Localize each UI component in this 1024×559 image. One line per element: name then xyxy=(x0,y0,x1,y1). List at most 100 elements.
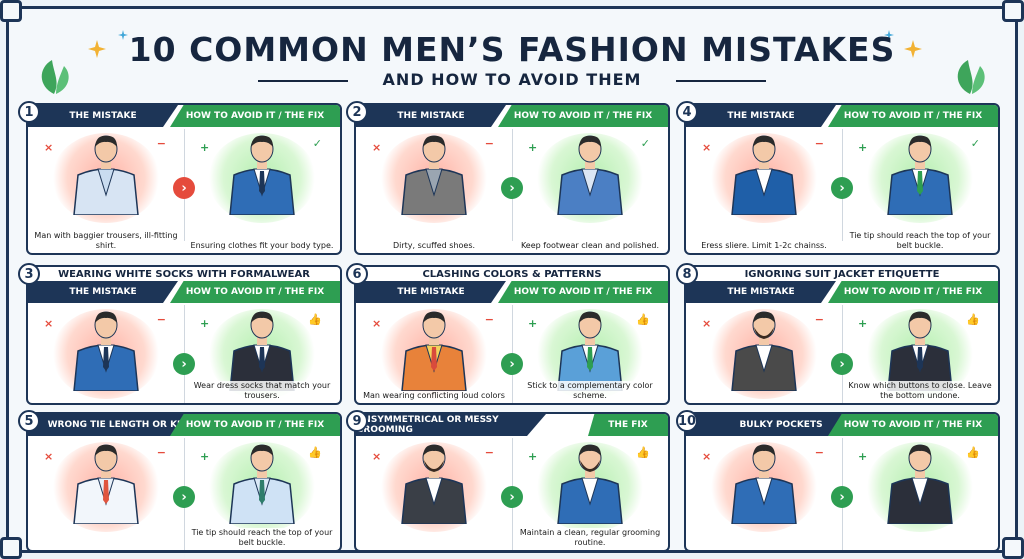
plus-icon: + xyxy=(200,317,210,330)
mistake-side: × − xyxy=(32,436,180,550)
mistake-caption: Eress sliere. Limit 1-2c chainss. xyxy=(690,241,838,251)
minus-icon: − xyxy=(484,313,494,326)
x-icon: × xyxy=(44,141,54,154)
x-icon: × xyxy=(44,317,54,330)
mistake-side: × − Man wearing conflicting loud colors xyxy=(360,303,508,403)
tip-panel: UNSYMMETRICAL OR MESSY GROOMING THE FIX × −… xyxy=(354,412,670,552)
tip-number-badge: 6 xyxy=(346,263,368,285)
thumbs-up-icon: 👍 xyxy=(966,313,980,326)
tip-panel: WEARING WHITE SOCKS WITH FORMALWEAR THE M… xyxy=(26,265,342,405)
tip-panel: THE MISTAKE HOW TO AVOID IT / THE FIX × − Ma… xyxy=(26,103,342,255)
man-figure-illustration xyxy=(887,135,953,215)
tip-topic: IGNORING SUIT JACKET ETIQUETTE xyxy=(686,267,998,283)
mistake-header: UNSYMMETRICAL OR MESSY GROOMING xyxy=(356,414,546,436)
mistake-side: × − Dirty, scuffed shoes. xyxy=(360,127,508,253)
x-icon: × xyxy=(372,450,382,463)
fix-side: + 👍 Tie tip should reach the top of your b… xyxy=(188,436,336,550)
arrow-right-icon: › xyxy=(831,177,853,199)
fix-caption: Stick to a complementary color scheme. xyxy=(516,381,664,401)
fix-header: THE FIX xyxy=(588,414,668,436)
fix-caption: Ensuring clothes fit your body type. xyxy=(188,241,336,251)
fix-header: HOW TO AVOID IT / THE FIX xyxy=(498,105,668,127)
mistake-side: × − xyxy=(690,436,838,550)
man-figure-illustration xyxy=(229,135,295,215)
plus-icon: + xyxy=(528,141,538,154)
fix-side: + ✓ Tie tip should reach the top of your b… xyxy=(846,127,994,253)
arrow-right-icon: › xyxy=(173,353,195,375)
arrow-right-icon: › xyxy=(831,486,853,508)
fix-caption: Keep footwear clean and polished. xyxy=(516,241,664,251)
tip-number-badge: 10 xyxy=(676,410,698,432)
tip-topic: CLASHING COLORS & PATTERNS xyxy=(356,267,668,283)
man-figure-illustration xyxy=(731,444,797,524)
man-figure-illustration xyxy=(73,444,139,524)
man-figure-illustration xyxy=(887,311,953,391)
fix-side: + 👍 Maintain a clean, regular grooming rou… xyxy=(516,436,664,550)
tip-panel: THE MISTAKE HOW TO AVOID IT / THE FIX × − Di… xyxy=(354,103,670,255)
tip-number-badge: 2 xyxy=(346,101,368,123)
man-figure-illustration xyxy=(731,311,797,391)
man-figure-illustration xyxy=(557,311,623,391)
man-figure-illustration xyxy=(401,135,467,215)
minus-icon: − xyxy=(814,313,824,326)
fix-caption: Know which buttons to close. Leave the b… xyxy=(846,381,994,401)
tip-panel: BULKY POCKETS HOW TO AVOID IT / THE FIX × −… xyxy=(684,412,1000,552)
man-figure-illustration xyxy=(887,444,953,524)
fix-side: + 👍 Know which buttons to close. Leave the… xyxy=(846,303,994,403)
x-icon: × xyxy=(372,141,382,154)
fix-caption: Tie tip should reach the top of your bel… xyxy=(846,231,994,251)
man-figure-illustration xyxy=(73,135,139,215)
frame-corner xyxy=(0,537,22,559)
fix-side: + 👍 Stick to a complementary color scheme. xyxy=(516,303,664,403)
fix-caption: Tie tip should reach the top of your bel… xyxy=(188,528,336,548)
tip-panel: CLASHING COLORS & PATTERNS THE MISTAKE HOW… xyxy=(354,265,670,405)
fix-header: HOW TO AVOID IT / THE FIX xyxy=(170,414,340,436)
fix-side: + 👍 Wear dress socks that match your trous… xyxy=(188,303,336,403)
mistake-side: × − Man with baggier trousers, ill-fitting… xyxy=(32,127,180,253)
minus-icon: − xyxy=(156,313,166,326)
x-icon: × xyxy=(44,450,54,463)
minus-icon: − xyxy=(484,446,494,459)
tip-number-badge: 8 xyxy=(676,263,698,285)
plus-icon: + xyxy=(200,141,210,154)
man-figure-illustration xyxy=(229,311,295,391)
tip-number-badge: 9 xyxy=(346,410,368,432)
mistake-header: THE MISTAKE xyxy=(686,281,836,303)
x-icon: × xyxy=(702,317,712,330)
man-figure-illustration xyxy=(73,311,139,391)
fix-header: HOW TO AVOID IT / THE FIX xyxy=(170,281,340,303)
arrow-right-icon: › xyxy=(501,486,523,508)
tip-topic: WEARING WHITE SOCKS WITH FORMALWEAR xyxy=(28,267,340,283)
plus-icon: + xyxy=(858,450,868,463)
mistake-header: THE MISTAKE xyxy=(356,105,506,127)
page-subtitle: AND HOW TO AVOID THEM xyxy=(382,70,642,89)
arrow-right-icon: › xyxy=(173,177,195,199)
mistake-header: THE MISTAKE xyxy=(28,105,178,127)
mistake-caption: Man wearing conflicting loud colors xyxy=(360,391,508,401)
fix-header: HOW TO AVOID IT / THE FIX xyxy=(498,281,668,303)
x-icon: × xyxy=(702,141,712,154)
minus-icon: − xyxy=(814,446,824,459)
plus-icon: + xyxy=(528,450,538,463)
thumbs-up-icon: 👍 xyxy=(636,446,650,459)
minus-icon: − xyxy=(156,446,166,459)
mistake-caption: Dirty, scuffed shoes. xyxy=(360,241,508,251)
check-icon: ✓ xyxy=(970,137,980,150)
frame-corner xyxy=(1002,537,1024,559)
fix-header: HOW TO AVOID IT / THE FIX xyxy=(828,414,998,436)
arrow-right-icon: › xyxy=(501,177,523,199)
arrow-right-icon: › xyxy=(501,353,523,375)
x-icon: × xyxy=(702,450,712,463)
arrow-right-icon: › xyxy=(831,353,853,375)
plus-icon: + xyxy=(858,141,868,154)
thumbs-up-icon: 👍 xyxy=(966,446,980,459)
tip-number-badge: 3 xyxy=(18,263,40,285)
check-icon: ✓ xyxy=(312,137,322,150)
man-figure-illustration xyxy=(401,311,467,391)
plus-icon: + xyxy=(200,450,210,463)
fix-caption: Maintain a clean, regular grooming routi… xyxy=(516,528,664,548)
fix-caption: Wear dress socks that match your trouser… xyxy=(188,381,336,401)
mistake-side: × − Eress sliere. Limit 1-2c chainss. xyxy=(690,127,838,253)
thumbs-up-icon: 👍 xyxy=(308,313,322,326)
frame-corner xyxy=(0,0,22,22)
